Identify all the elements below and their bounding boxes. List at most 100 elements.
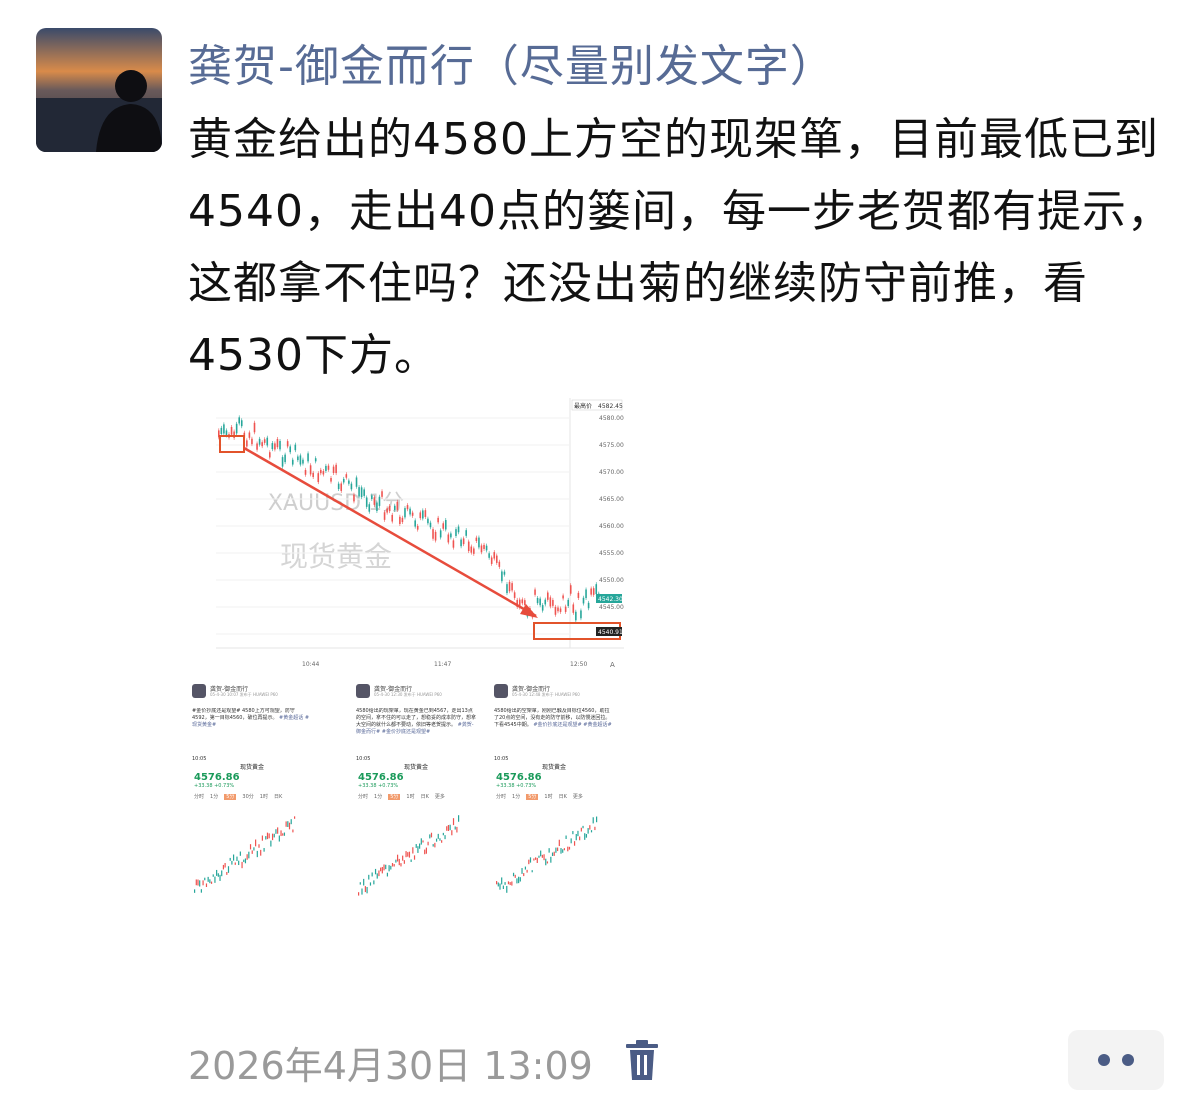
thumb-candle <box>496 881 498 885</box>
thumb-candle <box>376 873 378 879</box>
candle <box>401 517 404 523</box>
thumb-candle <box>568 846 571 850</box>
candle <box>480 545 483 553</box>
thumb-meta: 05-4-30 12:30 发布于 HUAWEI P60 <box>374 692 442 697</box>
avatar[interactable] <box>36 28 162 152</box>
candle <box>365 497 368 507</box>
thumb-candle <box>419 843 421 849</box>
y-tick-label: 4555.00 <box>599 550 624 557</box>
candle <box>396 501 399 510</box>
thumb-candle <box>412 847 414 854</box>
post-timestamp: 2026年4月30日 13:09 <box>188 1044 593 1088</box>
candle <box>414 520 416 527</box>
thumb-candle <box>236 856 238 862</box>
thumb-candle <box>278 835 280 842</box>
thumb-candle <box>407 852 409 857</box>
thumb-candle <box>422 840 424 843</box>
thumb-candle <box>273 833 275 838</box>
thumb-candle <box>395 859 397 863</box>
thumb-candle <box>234 862 236 865</box>
thumb-candle <box>531 870 533 873</box>
candle <box>485 545 488 551</box>
candle <box>388 505 391 512</box>
trend-arrow <box>243 446 537 618</box>
thumb-meta: 05-4-30 10:07 发布于 HUAWEI P60 <box>210 692 278 697</box>
candle <box>524 600 526 605</box>
post-image-thumb-3[interactable]: 龚贺-御金而行 05-4-30 12:48 发布于 HUAWEI P60 458… <box>492 680 616 970</box>
candle <box>253 422 256 433</box>
thumb-candle <box>570 838 572 844</box>
candle <box>325 465 327 471</box>
thumb-candle <box>212 874 214 877</box>
thumb-candle <box>280 830 282 837</box>
candle <box>595 584 598 595</box>
post-image-chart[interactable]: XAUUSD 1分 现货黄金 4580.00 4575.00 4570.00 4565… <box>216 398 624 672</box>
thumb-candle <box>290 819 292 825</box>
candle <box>508 581 511 592</box>
candle <box>230 426 233 435</box>
candle <box>294 444 297 451</box>
candle <box>269 452 271 458</box>
candle <box>371 495 373 499</box>
candle <box>373 497 376 505</box>
thumb-candle <box>369 882 372 886</box>
thumb-candle <box>202 880 204 886</box>
candle <box>447 534 450 543</box>
post-image-thumb-2[interactable]: 龚贺-御金而行 05-4-30 12:30 发布于 HUAWEI P60 458… <box>354 680 478 970</box>
candle <box>493 552 496 559</box>
thumb-candle <box>501 877 503 885</box>
candle <box>368 504 371 512</box>
thumb-tabs: 分时 1分 5分 1时 日K 更多 <box>358 794 445 800</box>
thumb-candle <box>560 848 562 854</box>
candle <box>490 557 493 564</box>
thumb-candle <box>380 867 382 872</box>
candle <box>360 487 363 498</box>
thumb-candle <box>458 815 460 822</box>
post-image-thumb-1[interactable]: 龚贺-御金而行 05-4-30 10:07 发布于 HUAWEI P60 #金价… <box>190 680 314 970</box>
candle <box>582 597 585 604</box>
x-tick-label: 11:47 <box>434 661 451 668</box>
thumb-candle <box>429 834 431 839</box>
thumb-candle <box>572 831 574 835</box>
candle <box>575 611 577 621</box>
thumb-candle <box>383 864 385 871</box>
thumb-candle <box>592 817 594 824</box>
thumb-candle <box>271 833 274 841</box>
trash-icon[interactable] <box>622 1038 662 1082</box>
candle <box>411 512 414 516</box>
author-name[interactable]: 龚贺-御金而行（尽量别发文字） <box>188 30 835 94</box>
thumb-candle <box>363 878 365 886</box>
candle <box>251 438 253 445</box>
candle <box>399 516 401 524</box>
thumb-candle <box>361 888 363 895</box>
thumb-candle <box>444 835 446 840</box>
candle <box>467 541 470 552</box>
candle <box>406 505 409 510</box>
thumb-candle <box>410 859 412 862</box>
thumb-avatar <box>192 684 206 698</box>
y-tick-label: 4560.00 <box>599 523 624 530</box>
candle <box>419 512 422 519</box>
candle <box>572 604 575 613</box>
thumb-candle <box>558 839 560 847</box>
thumb-candle <box>594 826 596 831</box>
more-button[interactable] <box>1068 1030 1164 1090</box>
candle <box>434 531 437 541</box>
thumb-quote-title: 现货黄金 <box>239 764 264 771</box>
thumb-candle <box>449 824 451 831</box>
candle <box>541 605 544 611</box>
candle <box>335 464 337 474</box>
thumb-candle <box>288 822 291 830</box>
thumb-candle <box>435 838 438 842</box>
candle <box>263 439 266 443</box>
thumb-candle <box>424 849 426 855</box>
avatar-image <box>36 28 162 152</box>
thumb-candle <box>216 869 218 876</box>
thumb-candle <box>373 880 375 885</box>
thumb-candle <box>371 872 373 877</box>
candle <box>473 548 475 554</box>
thumb-candle <box>567 846 569 852</box>
thumb-candle <box>575 833 577 841</box>
thumb-candle <box>214 876 216 883</box>
candle <box>483 544 485 549</box>
